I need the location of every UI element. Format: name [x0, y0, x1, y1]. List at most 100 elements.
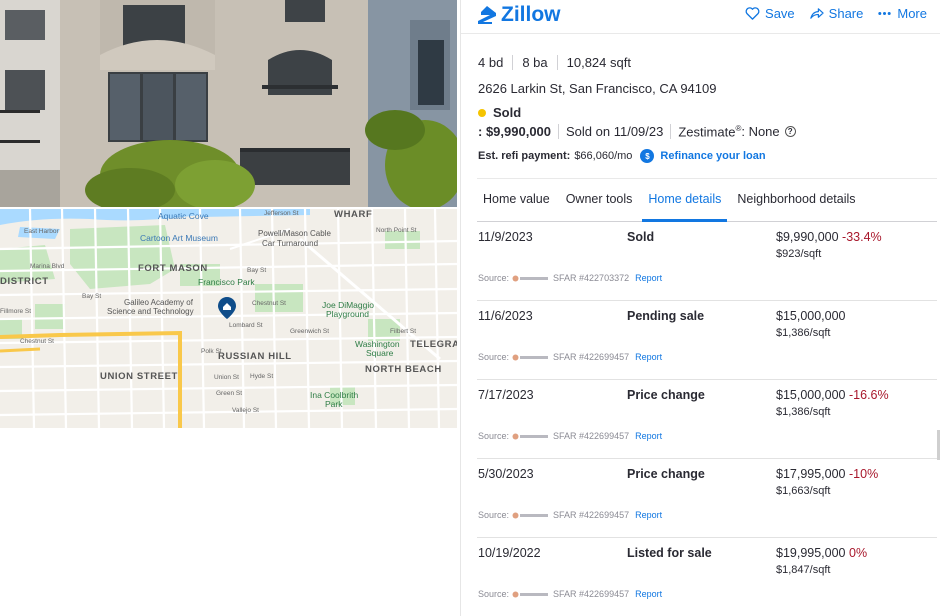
refinance-link[interactable]: Refinance your loan [660, 150, 765, 162]
map-label-north-point: North Point St [376, 227, 417, 234]
event-date: 5/30/2023 [478, 467, 534, 481]
table-row: 10/19/2022 Listed for sale $19,995,000 0… [477, 538, 937, 616]
map-label-greenwich: Greenwich St [290, 328, 330, 335]
map-label-russian-hill: RUSSIAN HILL [218, 351, 292, 362]
zillow-logo-icon [478, 6, 496, 24]
report-link[interactable]: Report [635, 352, 662, 362]
property-address: 2626 Larkin St, San Francisco, CA 94109 [478, 81, 717, 96]
share-icon [809, 8, 824, 19]
divider [556, 55, 558, 70]
refi-value: $66,060/mo [574, 150, 633, 162]
event-type: Listed for sale [627, 546, 712, 560]
divider [512, 55, 514, 70]
listing-id: SFAR #422703372 [553, 273, 630, 283]
event-price-cell: $17,995,000 -10% [776, 467, 878, 481]
zestimate-label-text: Zestimate [678, 124, 736, 140]
divider [670, 124, 672, 140]
price-line: : $9,990,000 Sold on 11/09/23 Zestimate®… [478, 124, 796, 139]
event-price: $17,995,000 [776, 467, 846, 481]
more-dots-icon [878, 12, 892, 15]
map-label-francisco-park: Francisco Park [198, 277, 255, 287]
map-label-filbert: Filbert St [390, 328, 417, 335]
map-label-car-turnaround: Car Turnaround [262, 239, 319, 248]
map-label-chestnut-w: Chestnut St [20, 338, 54, 345]
event-date: 11/9/2023 [478, 230, 533, 244]
source-line: Source: SFAR #422703372 Report [478, 273, 662, 283]
event-price-cell: $9,990,000 -33.4% [776, 230, 882, 244]
report-link[interactable]: Report [635, 273, 662, 283]
price-history-table: 11/9/2023 Sold $9,990,000 -33.4% $923/sq… [477, 222, 937, 616]
price-per-sqft: $923/sqft [776, 248, 822, 260]
price-change: 0% [849, 546, 868, 560]
header-actions: Save Share More [745, 6, 927, 21]
source-label: Source: [478, 431, 510, 441]
event-type: Sold [627, 230, 655, 244]
listing-id: SFAR #422699457 [553, 510, 630, 520]
price-per-sqft: $1,386/sqft [776, 406, 831, 418]
map-label-polk: Polk St [201, 348, 222, 355]
more-button[interactable]: More [877, 6, 927, 21]
property-photo[interactable] [0, 0, 457, 207]
sfar-logo-icon [512, 591, 549, 597]
map-label-galileo-1: Galileo Academy of [124, 298, 193, 307]
map-label-north-beach: NORTH BEACH [365, 364, 442, 375]
listing-id: SFAR #422699457 [553, 352, 630, 362]
tab-home-value[interactable]: Home value [477, 179, 556, 221]
source-line: Source: SFAR #422699457 Report [478, 589, 662, 599]
sale-status: Sold [478, 105, 521, 120]
tab-owner-tools[interactable]: Owner tools [560, 179, 639, 221]
source-label: Source: [478, 273, 510, 283]
map-label-bay-st-e: Bay St [247, 267, 267, 274]
event-type: Price change [627, 388, 705, 402]
map-label-union-street: UNION STREET [100, 371, 178, 382]
source-line: Source: SFAR #422699457 Report [478, 510, 662, 520]
map-label-green-st: Green St [216, 390, 243, 397]
map-label-chestnut: Chestnut St [252, 300, 286, 307]
event-type: Pending sale [627, 309, 705, 323]
zillow-logo[interactable]: Zillow [477, 3, 561, 27]
report-link[interactable]: Report [635, 431, 662, 441]
sfar-logo-icon [512, 512, 549, 518]
table-row: 11/6/2023 Pending sale $15,000,000 $1,38… [477, 301, 937, 380]
tab-neighborhood-details[interactable]: Neighborhood details [731, 179, 861, 221]
report-link[interactable]: Report [635, 589, 662, 599]
map-label-galileo-2: Science and Technology [107, 307, 194, 316]
home-facts: 4 bd 8 ba 10,824 sqft [478, 55, 631, 70]
map-label-lombard: Lombard St [229, 322, 263, 329]
tab-home-details[interactable]: Home details [642, 179, 728, 222]
baths: 8 ba [522, 55, 548, 70]
map-label-fort-mason: FORT MASON [138, 263, 208, 274]
event-price: $15,000,000 [776, 309, 846, 323]
event-date: 11/6/2023 [478, 309, 533, 323]
map-label-filmore: Fillmore St [0, 308, 32, 315]
save-button[interactable]: Save [745, 6, 795, 21]
report-link[interactable]: Report [635, 510, 662, 520]
neighborhood-map[interactable]: Aquatic Cove Jefferson St WHARF East Har… [0, 209, 457, 428]
details-panel: Zillow Save Share More 4 bd 8 ba 10,824 … [460, 0, 940, 616]
price-per-sqft: $1,847/sqft [776, 564, 831, 576]
event-price-cell: $19,995,000 0% [776, 546, 867, 560]
map-label-marina-blvd: Marina Blvd [30, 263, 65, 270]
event-price: $15,000,000 [776, 388, 846, 402]
source-label: Source: [478, 510, 510, 520]
price-per-sqft: $1,386/sqft [776, 327, 831, 339]
map-label-telegraph: TELEGRA [410, 339, 457, 350]
map-label-union-st: Union St [214, 374, 239, 381]
source-label: Source: [478, 589, 510, 599]
event-date: 10/19/2022 [478, 546, 541, 560]
refi-line: Est. refi payment: $66,060/mo $ Refinanc… [478, 149, 766, 163]
share-button[interactable]: Share [809, 6, 863, 21]
map-pin-icon[interactable] [218, 297, 236, 319]
help-icon[interactable]: ? [784, 126, 796, 138]
map-label-bay-st-w: Bay St [82, 293, 102, 300]
map-label-east-harbor: East Harbor [24, 228, 59, 235]
heart-icon [745, 7, 760, 20]
section-tabs: Home value Owner tools Home details Neig… [477, 178, 937, 222]
map-label-hyde: Hyde St [250, 373, 274, 380]
map-label-wharf: WHARF [334, 209, 373, 220]
source-line: Source: SFAR #422699457 Report [478, 431, 662, 441]
table-row: 7/17/2023 Price change $15,000,000 -16.6… [477, 380, 937, 459]
sfar-logo-icon [512, 275, 549, 281]
event-type: Price change [627, 467, 705, 481]
zestimate-label[interactable]: Zestimate® [678, 124, 741, 139]
